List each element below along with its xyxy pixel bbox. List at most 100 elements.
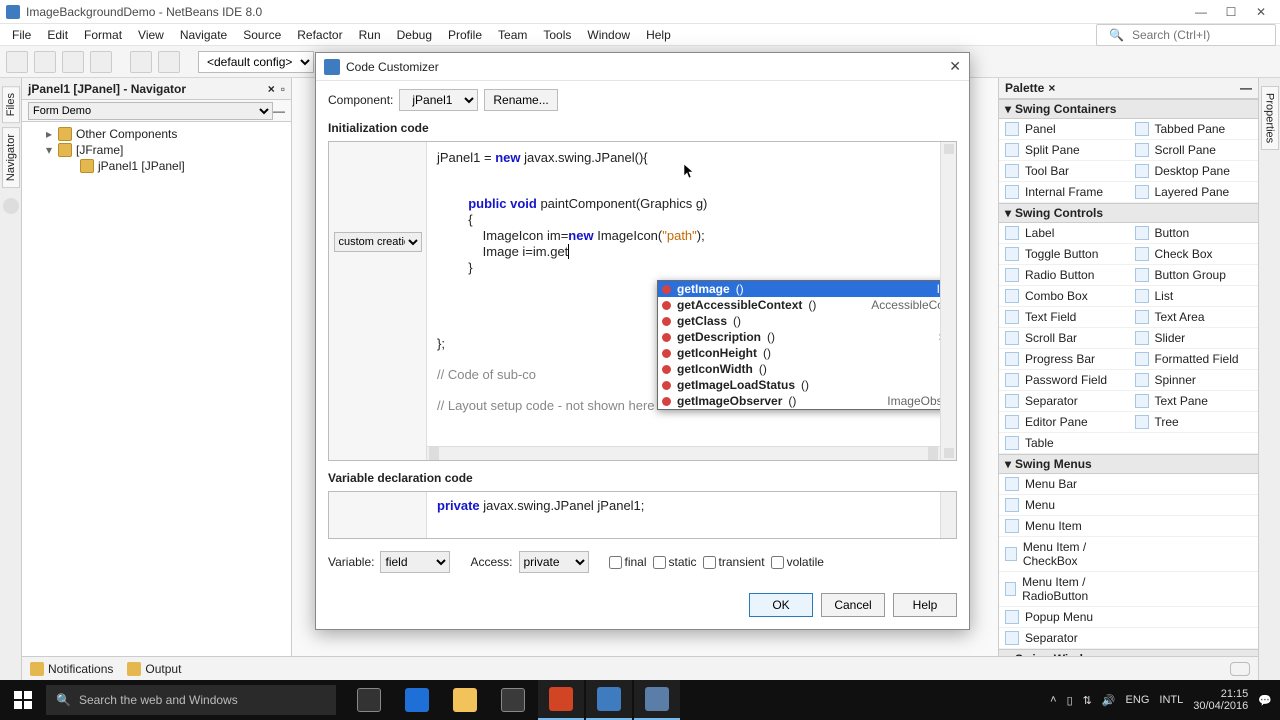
palette-item[interactable]: Internal Frame (999, 182, 1129, 203)
palette-min-icon[interactable]: — (1240, 81, 1252, 95)
menu-source[interactable]: Source (235, 26, 289, 44)
notifications-tab[interactable]: Notifications (30, 662, 113, 676)
palette-item[interactable]: Text Area (1129, 307, 1259, 328)
dialog-close-icon[interactable]: ✕ (949, 58, 961, 75)
palette-item[interactable]: Table (999, 433, 1129, 454)
transient-checkbox[interactable]: transient (703, 555, 765, 569)
palette-item[interactable]: Panel (999, 119, 1129, 140)
menu-team[interactable]: Team (490, 26, 535, 44)
palette-item[interactable]: Spinner (1129, 370, 1259, 391)
palette-item[interactable]: Text Field (999, 307, 1129, 328)
custom-creation-select[interactable]: custom creation (334, 232, 422, 252)
menu-debug[interactable]: Debug (389, 26, 440, 44)
palette-item[interactable]: Radio Button (999, 265, 1129, 286)
palette-item[interactable] (1129, 572, 1259, 607)
palette-item[interactable]: Menu (999, 495, 1129, 516)
maximize-button[interactable]: ☐ (1218, 3, 1244, 21)
cancel-button[interactable]: Cancel (821, 593, 885, 617)
palette-body[interactable]: ▾Swing Containers PanelTabbed PaneSplit … (999, 99, 1258, 680)
config-select[interactable]: <default config> (198, 51, 314, 73)
menu-navigate[interactable]: Navigate (172, 26, 235, 44)
autocomplete-item[interactable]: getImageObserver()ImageObserver (658, 393, 940, 409)
rename-button[interactable]: Rename... (484, 89, 557, 111)
autocomplete-item[interactable]: getIconWidth()int (658, 361, 940, 377)
palette-item[interactable]: List (1129, 286, 1259, 307)
var-code-area[interactable]: private javax.swing.JPanel jPanel1; (427, 492, 940, 538)
right-tab-properties[interactable]: Properties (1261, 86, 1279, 150)
autocomplete-item[interactable]: getDescription()String (658, 329, 940, 345)
navigator-close-icon[interactable]: × (268, 82, 275, 96)
autocomplete-item[interactable]: getAccessibleContext()AccessibleContext (658, 297, 940, 313)
autocomplete-popup[interactable]: getImage()ImagegetAccessibleContext()Acc… (657, 280, 940, 410)
palette-item[interactable]: Layered Pane (1129, 182, 1259, 203)
left-tab-navigator[interactable]: Navigator (2, 127, 20, 188)
navigator-view-select[interactable]: Form Demo (28, 102, 273, 120)
palette-item[interactable] (1129, 607, 1259, 628)
tree-jframe[interactable]: ▾ [JFrame] (26, 142, 287, 158)
palette-item[interactable]: Desktop Pane (1129, 161, 1259, 182)
new-file-button[interactable] (6, 51, 28, 73)
palette-item[interactable] (1129, 628, 1259, 649)
palette-item[interactable] (1129, 474, 1259, 495)
palette-item[interactable]: Menu Item (999, 516, 1129, 537)
variable-select[interactable]: field (380, 551, 450, 573)
component-select[interactable]: jPanel1 (399, 89, 478, 111)
palette-item[interactable]: Split Pane (999, 140, 1129, 161)
edge-app[interactable] (394, 680, 440, 720)
palette-item[interactable]: Progress Bar (999, 349, 1129, 370)
palette-item[interactable]: Toggle Button (999, 244, 1129, 265)
menu-file[interactable]: File (4, 26, 39, 44)
menu-help[interactable]: Help (638, 26, 679, 44)
autocomplete-item[interactable]: getImage()Image (658, 281, 940, 297)
code-vscrollbar[interactable] (940, 142, 956, 460)
palette-item[interactable]: Menu Bar (999, 474, 1129, 495)
menu-view[interactable]: View (130, 26, 172, 44)
tree-jpanel1[interactable]: jPanel1 [JPanel] (26, 158, 287, 174)
palette-item[interactable]: Popup Menu (999, 607, 1129, 628)
output-tab[interactable]: Output (127, 662, 181, 676)
menu-profile[interactable]: Profile (440, 26, 490, 44)
tray-clock[interactable]: 21:15 30/04/2016 (1193, 688, 1248, 712)
navigator-min-icon[interactable]: — (273, 104, 285, 118)
netbeans-app[interactable] (586, 680, 632, 720)
palette-item[interactable]: Separator (999, 628, 1129, 649)
var-vscrollbar[interactable] (940, 492, 956, 538)
palette-item[interactable]: Label (999, 223, 1129, 244)
close-button[interactable]: ✕ (1248, 3, 1274, 21)
palette-item[interactable]: Formatted Field (1129, 349, 1259, 370)
navigator-undock-icon[interactable]: ▫ (281, 82, 285, 96)
tree-other-components[interactable]: ▸ Other Components (26, 126, 287, 142)
palette-item[interactable] (1129, 516, 1259, 537)
services-icon[interactable] (3, 198, 19, 214)
task-view-button[interactable] (346, 680, 392, 720)
palette-item[interactable]: Text Pane (1129, 391, 1259, 412)
code-hscrollbar[interactable] (427, 446, 940, 460)
palette-item[interactable]: Scroll Bar (999, 328, 1129, 349)
static-checkbox[interactable]: static (653, 555, 697, 569)
minimize-button[interactable]: — (1188, 3, 1214, 21)
tray-locale[interactable]: INTL (1159, 694, 1183, 706)
menu-format[interactable]: Format (76, 26, 130, 44)
palette-item[interactable] (1129, 495, 1259, 516)
navigator-tree[interactable]: ▸ Other Components ▾ [JFrame] jPanel1 [J… (22, 122, 291, 680)
autocomplete-item[interactable]: getClass()Class (658, 313, 940, 329)
palette-close-icon[interactable]: × (1048, 81, 1055, 95)
palette-cat-containers[interactable]: ▾Swing Containers (999, 99, 1258, 119)
taskbar-search[interactable]: 🔍 Search the web and Windows (46, 685, 336, 715)
tray-lang[interactable]: ENG (1126, 694, 1150, 706)
palette-item[interactable]: Button Group (1129, 265, 1259, 286)
palette-item[interactable]: Menu Item / RadioButton (999, 572, 1129, 607)
menu-window[interactable]: Window (579, 26, 638, 44)
palette-item[interactable] (1129, 433, 1259, 454)
palette-cat-controls[interactable]: ▾Swing Controls (999, 203, 1258, 223)
palette-item[interactable]: Editor Pane (999, 412, 1129, 433)
access-select[interactable]: private (519, 551, 589, 573)
palette-item[interactable]: Separator (999, 391, 1129, 412)
redo-button[interactable] (158, 51, 180, 73)
palette-item[interactable]: Check Box (1129, 244, 1259, 265)
palette-item[interactable] (1129, 537, 1259, 572)
tray-battery-icon[interactable]: ▯ (1067, 694, 1073, 707)
menu-edit[interactable]: Edit (39, 26, 76, 44)
autocomplete-item[interactable]: getImageLoadStatus()int (658, 377, 940, 393)
action-center-icon[interactable]: 💬 (1258, 694, 1272, 707)
